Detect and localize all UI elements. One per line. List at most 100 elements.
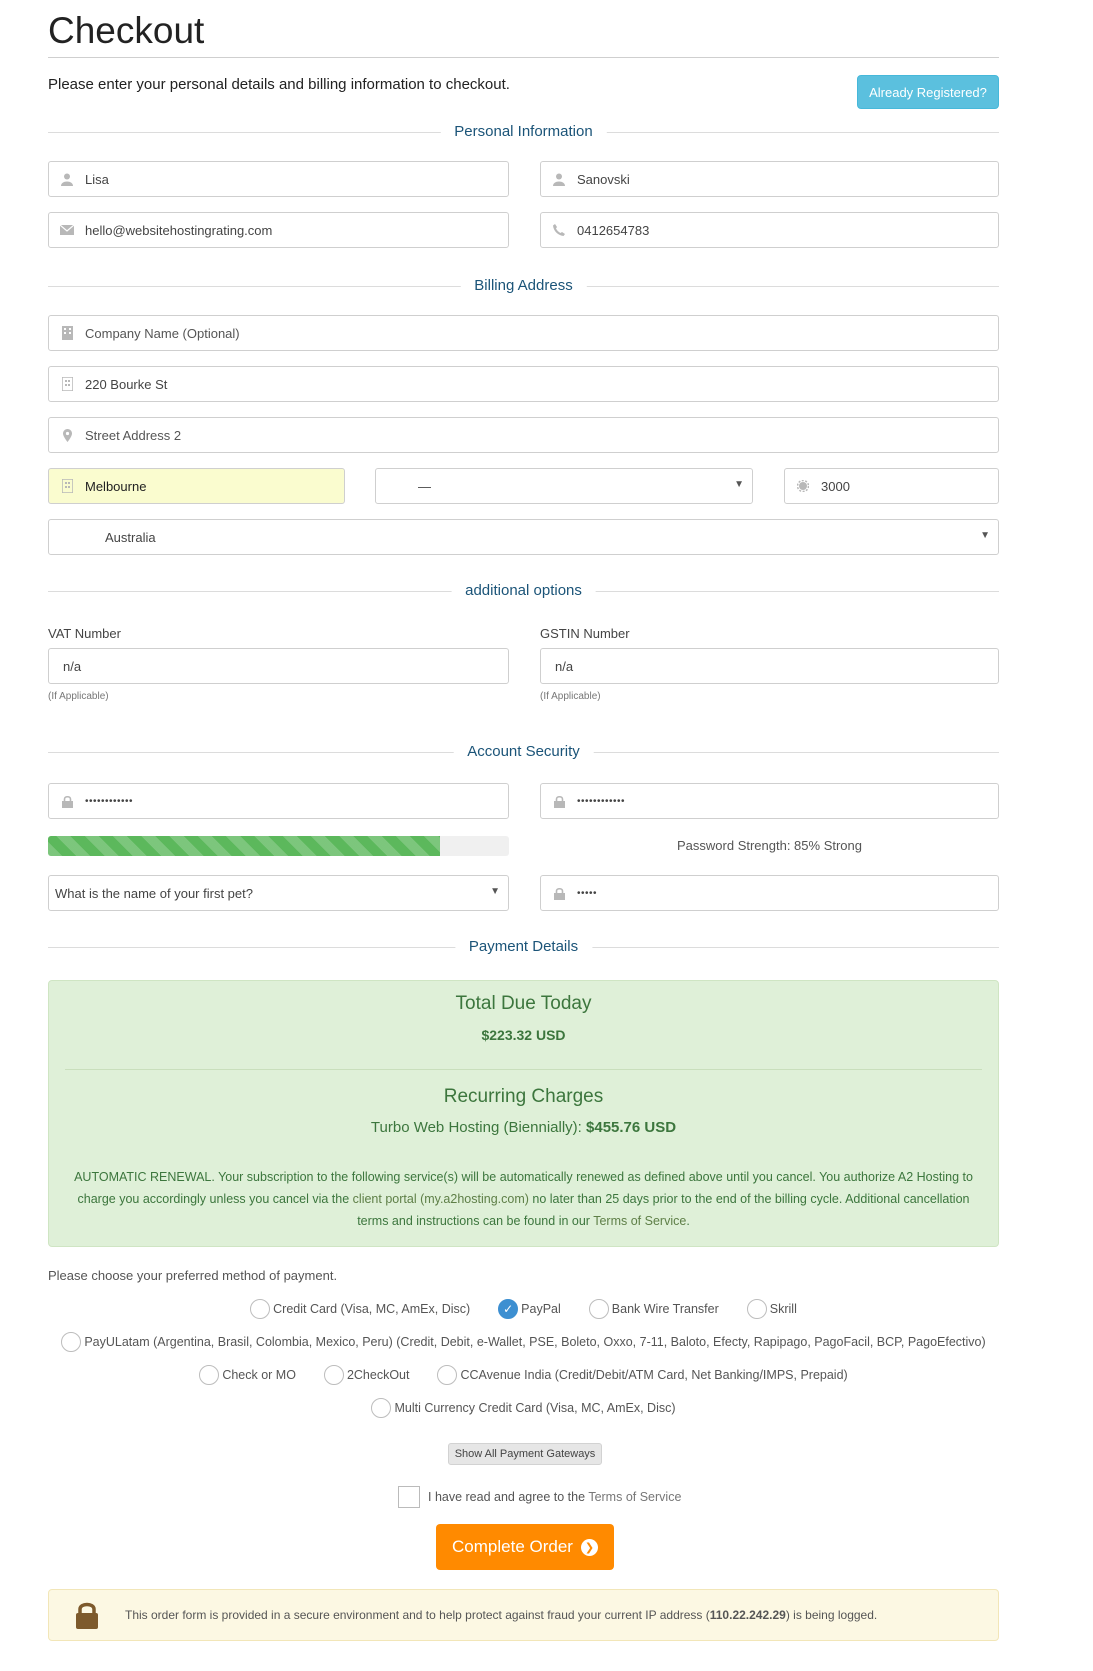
ip-address: 110.22.242.29 [709, 1608, 786, 1622]
radio-button[interactable] [250, 1299, 271, 1319]
lock-icon [49, 795, 85, 808]
radio-button[interactable] [371, 1398, 392, 1418]
user-icon [541, 173, 577, 186]
terms-of-service-link[interactable]: Terms of Service [593, 1214, 686, 1228]
radio-button[interactable] [588, 1299, 609, 1319]
payment-option-label: PayULatam (Argentina, Brasil, Colombia, … [84, 1335, 986, 1349]
payment-option-ccavenue[interactable]: CCAvenue India (Credit/Debit/ATM Card, N… [437, 1365, 848, 1385]
payment-option-paypal[interactable]: ✓ PayPal [498, 1299, 561, 1319]
recurring-charge-line: Turbo Web Hosting (Biennially): $455.76 … [49, 1119, 998, 1136]
envelope-icon [49, 225, 85, 235]
payment-summary-panel: Total Due Today $223.32 USD Recurring Ch… [48, 980, 999, 1247]
recurring-item-label: Turbo Web Hosting (Biennially): [370, 1119, 582, 1136]
lock-icon [541, 887, 577, 900]
payment-option-check-mo[interactable]: Check or MO [199, 1365, 296, 1385]
phone-icon [541, 224, 577, 236]
company-name-field[interactable]: Company Name (Optional) [48, 315, 999, 351]
payment-methods-row-2: PayULatam (Argentina, Brasil, Colombia, … [48, 1332, 999, 1352]
secure-text-start: This order form is provided in a secure … [125, 1608, 710, 1622]
terms-of-service-link[interactable]: Terms of Service [588, 1490, 681, 1504]
payment-divider [65, 1069, 982, 1070]
vat-field[interactable]: n/a [48, 648, 509, 684]
postcode-value: 3000 [821, 478, 850, 494]
secure-text: This order form is provided in a secure … [125, 1608, 877, 1622]
vat-hint: (If Applicable) [48, 691, 109, 702]
building-icon [49, 377, 85, 391]
gstin-label: GSTIN Number [540, 626, 630, 641]
complete-order-label: Complete Order [452, 1537, 573, 1556]
complete-order-button[interactable]: Complete Order ❯ [436, 1524, 614, 1570]
payment-option-label: Multi Currency Credit Card (Visa, MC, Am… [394, 1401, 676, 1415]
secure-environment-notice: This order form is provided in a secure … [48, 1589, 999, 1641]
radio-button[interactable] [437, 1365, 458, 1385]
terms-text: I have read and agree to the Terms of Se… [428, 1490, 681, 1504]
client-portal-link[interactable]: client portal (my.a2hosting.com) [353, 1192, 529, 1206]
renewal-end: . [686, 1214, 690, 1228]
confirm-password-value: •••••••••••• [577, 795, 626, 807]
company-name-placeholder: Company Name (Optional) [85, 325, 240, 341]
city-value: Melbourne [85, 478, 147, 494]
lock-icon [541, 795, 577, 808]
email-field[interactable]: hello@websitehostingrating.com [48, 212, 509, 248]
payment-option-multi-currency[interactable]: Multi Currency Credit Card (Visa, MC, Am… [371, 1398, 676, 1418]
cog-icon [785, 480, 821, 492]
checkmark-icon[interactable]: ✓ [498, 1299, 519, 1319]
gstin-value: n/a [555, 658, 574, 674]
address1-field[interactable]: 220 Bourke St [48, 366, 999, 402]
radio-button[interactable] [61, 1332, 82, 1352]
email-value: hello@websitehostingrating.com [85, 222, 273, 238]
payment-option-credit-card[interactable]: Credit Card (Visa, MC, AmEx, Disc) [250, 1299, 470, 1319]
title-divider [48, 57, 999, 58]
page-title: Checkout [48, 10, 205, 51]
first-name-value: Lisa [85, 171, 109, 187]
city-field[interactable]: Melbourne [48, 468, 345, 504]
payment-option-label: CCAvenue India (Credit/Debit/ATM Card, N… [460, 1368, 848, 1382]
gstin-field[interactable]: n/a [540, 648, 999, 684]
payment-option-bank-wire[interactable]: Bank Wire Transfer [588, 1299, 719, 1319]
state-select[interactable]: — ▼ [375, 468, 753, 504]
section-heading: Billing Address [460, 275, 587, 297]
payment-option-label: Bank Wire Transfer [611, 1302, 719, 1316]
first-name-field[interactable]: Lisa [48, 161, 509, 197]
address2-field[interactable]: Street Address 2 [48, 417, 999, 453]
show-all-payment-gateways-button[interactable]: Show All Payment Gateways [448, 1443, 602, 1465]
phone-field[interactable]: 0412654783 [540, 212, 999, 248]
postcode-field[interactable]: 3000 [784, 468, 999, 504]
payment-option-2checkout[interactable]: 2CheckOut [323, 1365, 409, 1385]
confirm-password-field[interactable]: •••••••••••• [540, 783, 999, 819]
payment-option-label: Skrill [769, 1302, 797, 1316]
caret-down-icon: ▼ [490, 886, 500, 897]
payment-option-skrill[interactable]: Skrill [746, 1299, 797, 1319]
already-registered-button[interactable]: Already Registered? [857, 75, 999, 109]
radio-button[interactable] [746, 1299, 767, 1319]
section-heading: Payment Details [454, 936, 593, 958]
security-answer-field[interactable]: ••••• [540, 875, 999, 911]
payment-methods-row-4: Multi Currency Credit Card (Visa, MC, Am… [48, 1398, 999, 1418]
address2-placeholder: Street Address 2 [85, 427, 182, 443]
section-additional-options: additional options [48, 580, 999, 602]
country-value: Australia [105, 529, 156, 545]
padlock-icon [49, 1601, 125, 1629]
payment-option-label: PayPal [521, 1302, 561, 1316]
section-account-security: Account Security [48, 741, 999, 763]
security-question-select[interactable]: What is the name of your first pet? ▼ [48, 875, 509, 911]
intro-text: Please enter your personal details and b… [48, 76, 510, 93]
password-strength-bar [48, 836, 509, 856]
payment-methods-row-3: Check or MO 2CheckOut CCAvenue India (Cr… [48, 1365, 999, 1385]
last-name-field[interactable]: Sanovski [540, 161, 999, 197]
security-question-value: What is the name of your first pet? [55, 885, 253, 901]
country-select[interactable]: Australia ▼ [48, 519, 999, 555]
user-icon [49, 173, 85, 186]
secure-text-end: ) is being logged. [785, 1608, 878, 1622]
password-field[interactable]: •••••••••••• [48, 783, 509, 819]
map-marker-icon [49, 428, 85, 442]
radio-button[interactable] [323, 1365, 344, 1385]
section-payment-details: Payment Details [48, 936, 999, 958]
payment-option-payulatam[interactable]: PayULatam (Argentina, Brasil, Colombia, … [61, 1332, 986, 1352]
radio-button[interactable] [199, 1365, 220, 1385]
terms-checkbox[interactable] [398, 1486, 420, 1508]
vat-label: VAT Number [48, 626, 121, 641]
section-billing-address: Billing Address [48, 275, 999, 297]
payment-option-label: Credit Card (Visa, MC, AmEx, Disc) [273, 1302, 471, 1316]
vat-value: n/a [63, 658, 82, 674]
